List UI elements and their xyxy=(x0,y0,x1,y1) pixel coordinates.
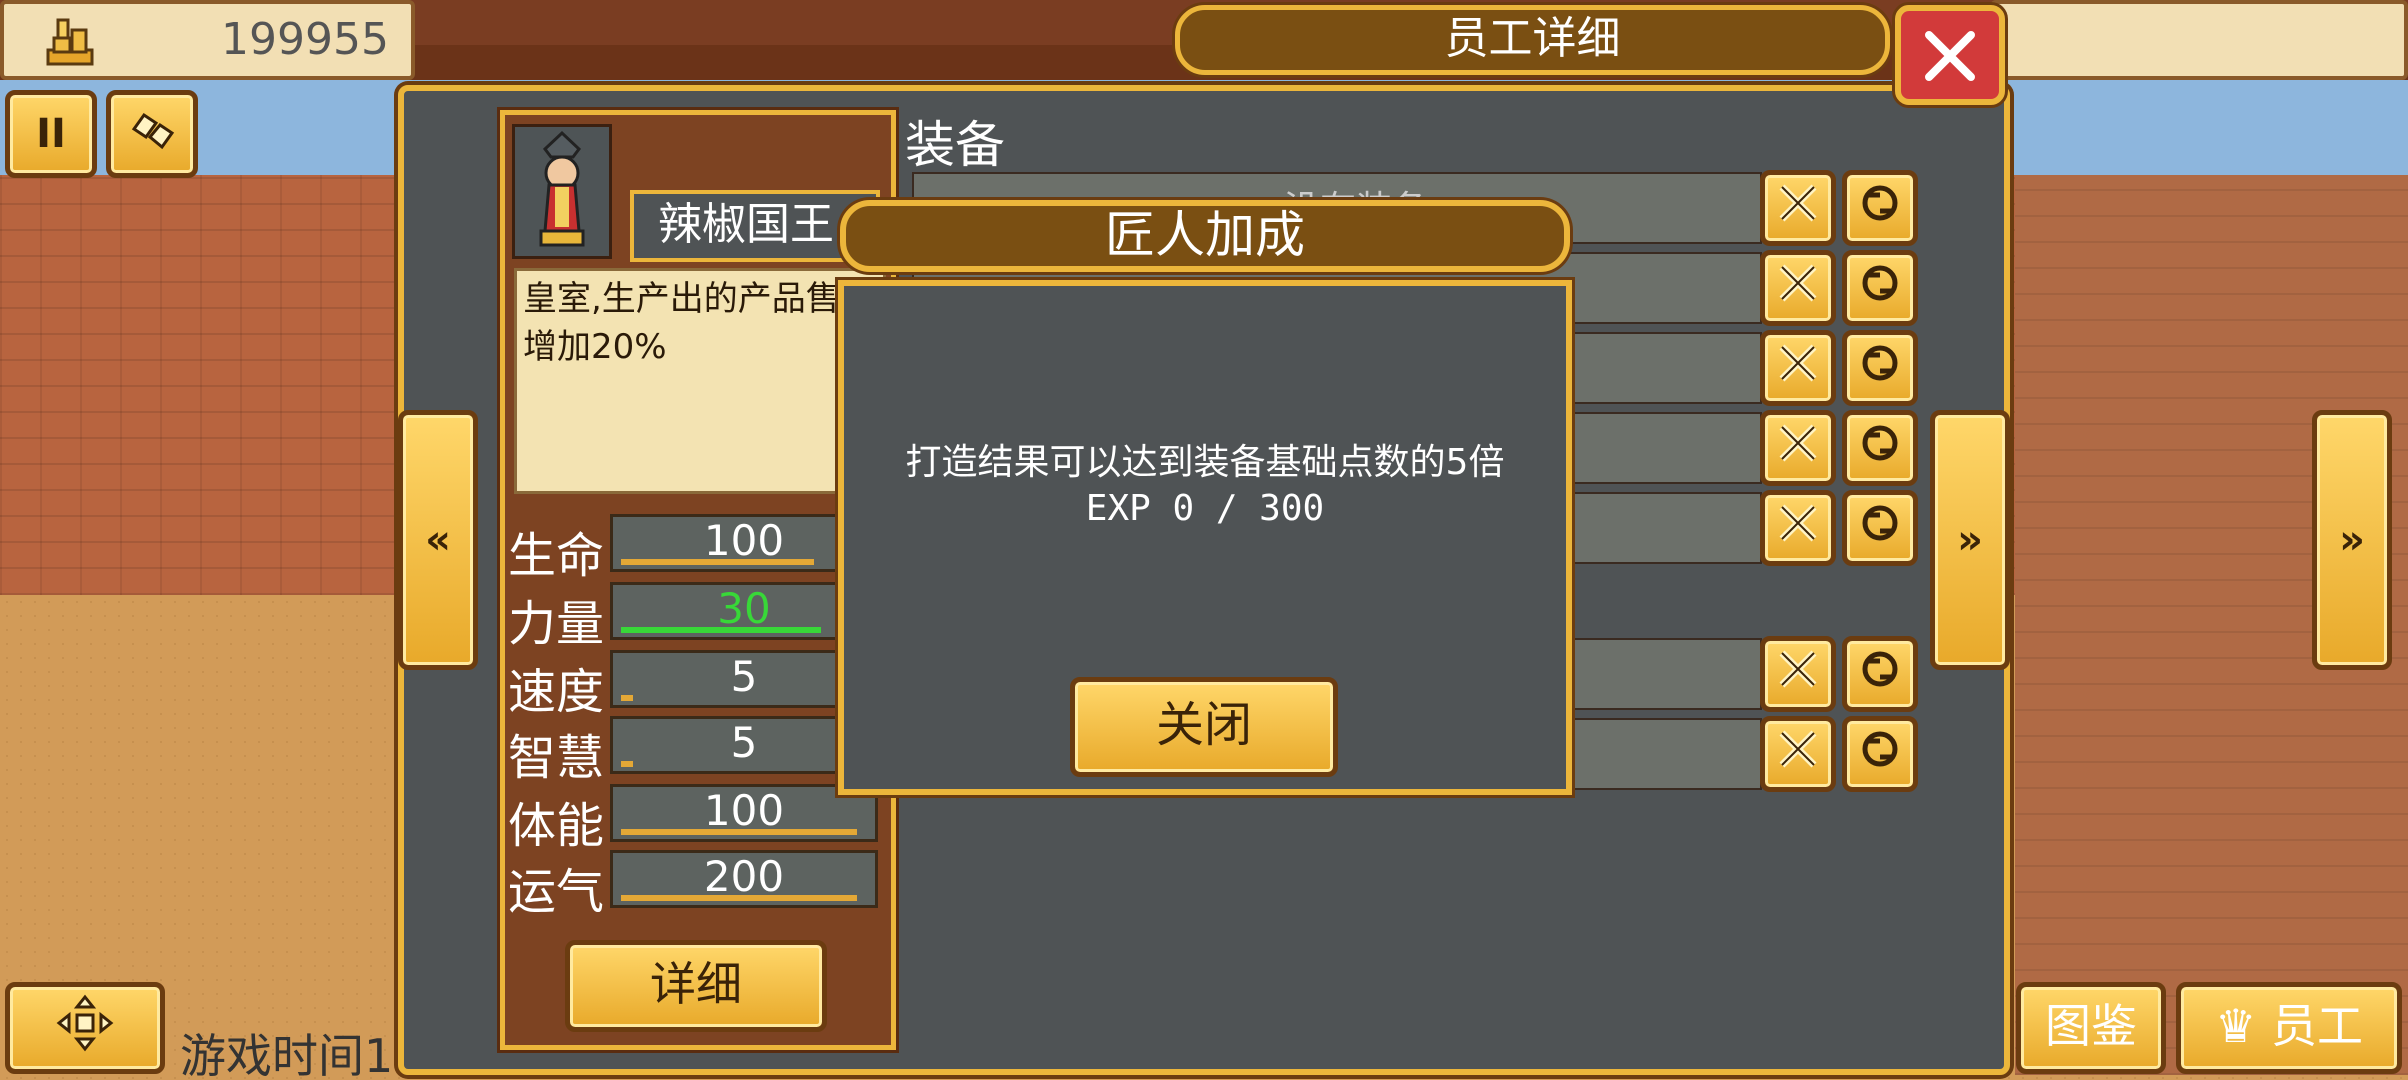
gems-button[interactable] xyxy=(106,90,198,178)
employee-portrait xyxy=(512,124,612,259)
stat-fill xyxy=(621,895,857,901)
swap-slot-button[interactable] xyxy=(1842,170,1918,246)
panel-title: 员工详细 xyxy=(1175,5,1890,75)
gems-icon xyxy=(126,107,178,161)
stat-label: 智慧 xyxy=(508,730,605,786)
close-button[interactable] xyxy=(1895,5,2005,105)
next-employee-button[interactable]: » xyxy=(1930,410,2010,670)
remove-slot-button[interactable] xyxy=(1760,716,1836,792)
bonus-exp: EXP 0 / 300 xyxy=(1085,488,1325,529)
bonus-dialog-title: 匠人加成 xyxy=(840,200,1570,272)
strength-progress xyxy=(621,627,821,633)
top-right-bar xyxy=(1990,0,2408,80)
catalog-button[interactable]: 图鉴 xyxy=(2016,982,2166,1074)
stat-value: 5 xyxy=(730,652,758,701)
x-icon xyxy=(1776,727,1820,781)
stat-fill xyxy=(621,829,857,835)
employee-description: 皇室,生产出的产品售价增加20% xyxy=(514,268,886,494)
gold-stack-icon xyxy=(42,16,98,68)
double-right-arrow-icon: » xyxy=(2339,517,2365,563)
swap-icon xyxy=(1858,421,1902,475)
x-icon xyxy=(1776,181,1820,235)
move-arrows-icon xyxy=(55,993,115,1063)
catalog-label: 图鉴 xyxy=(2045,999,2137,1053)
close-icon xyxy=(1925,31,1975,81)
stat-label: 力量 xyxy=(508,596,605,652)
remove-slot-button[interactable] xyxy=(1760,250,1836,326)
stat-value: 5 xyxy=(730,718,758,767)
money-value: 199955 xyxy=(221,14,389,65)
pause-button[interactable]: II xyxy=(5,90,97,178)
swap-slot-button[interactable] xyxy=(1842,490,1918,566)
staff-label: 员工 xyxy=(2270,999,2363,1053)
remove-slot-button[interactable] xyxy=(1760,490,1836,566)
pause-icon: II xyxy=(36,111,66,157)
stat-label: 生命 xyxy=(508,528,605,584)
x-icon xyxy=(1776,421,1820,475)
remove-slot-button[interactable] xyxy=(1760,636,1836,712)
swap-icon xyxy=(1858,261,1902,315)
remove-slot-button[interactable] xyxy=(1760,330,1836,406)
equipment-label: 装备 xyxy=(905,116,1005,174)
stat-fill xyxy=(621,761,633,767)
staff-button[interactable]: ♛ 员工 xyxy=(2176,982,2402,1074)
stat-fill xyxy=(621,695,633,701)
stat-fill xyxy=(621,559,814,565)
stat-bar: 200 xyxy=(610,850,878,908)
move-button[interactable] xyxy=(5,982,165,1074)
swap-slot-button[interactable] xyxy=(1842,716,1918,792)
swap-slot-button[interactable] xyxy=(1842,250,1918,326)
remove-slot-button[interactable] xyxy=(1760,170,1836,246)
stat-value: 200 xyxy=(703,852,785,901)
stat-value: 30 xyxy=(717,584,771,633)
remove-slot-button[interactable] xyxy=(1760,410,1836,486)
swap-icon xyxy=(1858,647,1902,701)
stat-value: 100 xyxy=(703,516,785,565)
swap-slot-button[interactable] xyxy=(1842,330,1918,406)
bonus-description: 打造结果可以达到装备基础点数的5倍 xyxy=(905,442,1505,483)
swap-slot-button[interactable] xyxy=(1842,410,1918,486)
x-icon xyxy=(1776,261,1820,315)
money-bar: 199955 xyxy=(0,0,415,80)
game-time-label: 游戏时间1 xyxy=(180,1029,394,1080)
prev-employee-button[interactable]: « xyxy=(398,410,478,670)
stat-label: 体能 xyxy=(508,798,605,854)
x-icon xyxy=(1776,341,1820,395)
crown-icon: ♛ xyxy=(2215,999,2257,1053)
swap-icon xyxy=(1858,341,1902,395)
swap-slot-button[interactable] xyxy=(1842,636,1918,712)
stat-label: 运气 xyxy=(508,864,605,920)
bonus-dialog-text: 打造结果可以达到装备基础点数的5倍 EXP 0 / 300 xyxy=(838,440,1572,532)
double-right-arrow-icon: » xyxy=(1957,517,1983,563)
swap-icon xyxy=(1858,501,1902,555)
double-left-arrow-icon: « xyxy=(425,517,451,563)
dialog-close-button[interactable]: 关闭 xyxy=(1070,677,1338,777)
x-icon xyxy=(1776,501,1820,555)
swap-icon xyxy=(1858,727,1902,781)
x-icon xyxy=(1776,647,1820,701)
detail-button[interactable]: 详细 xyxy=(565,940,827,1032)
stat-label: 速度 xyxy=(508,664,605,720)
scene-right-button[interactable]: » xyxy=(2312,410,2392,670)
swap-icon xyxy=(1858,181,1902,235)
stat-value: 100 xyxy=(703,786,785,835)
